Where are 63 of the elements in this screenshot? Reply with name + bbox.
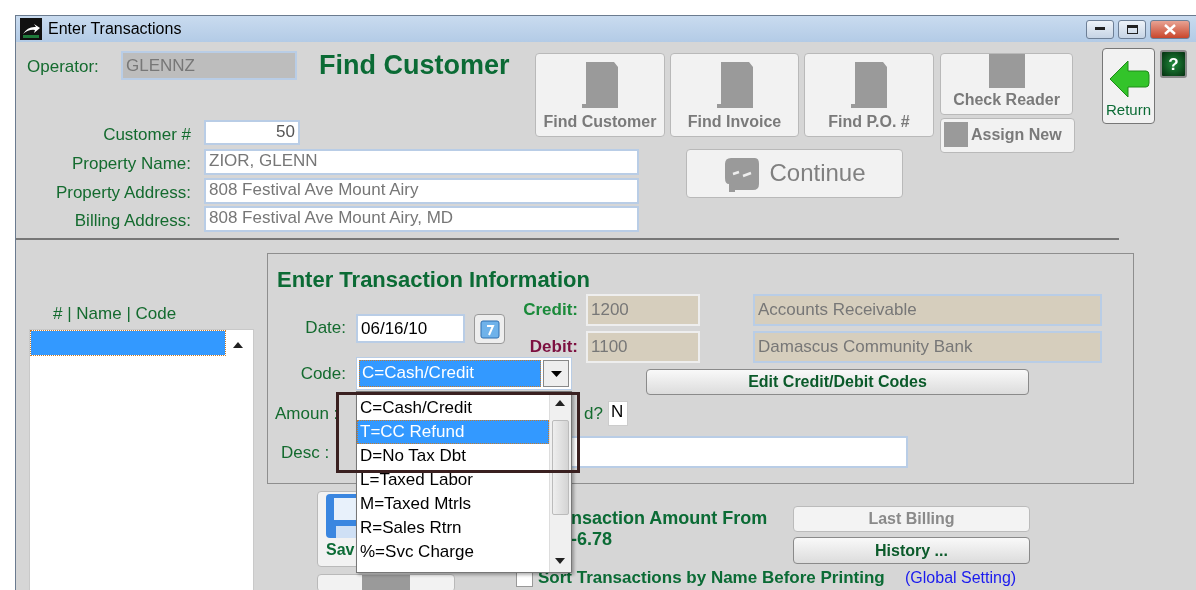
toolbar-button[interactable]: Find Invoice	[670, 53, 799, 137]
field-label: Customer #	[103, 124, 191, 146]
edit-codes-button[interactable]: Edit Credit/Debit Codes	[646, 369, 1029, 395]
input-field[interactable]: 50	[204, 120, 300, 145]
minimize-button[interactable]	[1086, 19, 1114, 39]
input-field: 1100	[586, 331, 700, 363]
field-label: Property Name:	[71, 153, 191, 175]
refund-field[interactable]: N	[608, 401, 628, 426]
dropdown-option[interactable]: C=Cash/Credit	[357, 396, 549, 420]
input-field[interactable]: 808 Festival Ave Mount Airy, MD	[204, 206, 639, 232]
app-icon	[20, 18, 42, 40]
dropdown-option[interactable]: L=Taxed Labor	[357, 468, 549, 492]
section-title: Enter Transaction Information	[277, 266, 590, 294]
close-icon	[1164, 23, 1176, 35]
field-label: Desc :	[281, 442, 330, 464]
history-button[interactable]: History ...	[793, 537, 1030, 564]
left-arrow-icon	[1107, 58, 1150, 99]
close-button[interactable]	[1150, 19, 1190, 39]
field-label: Operator:	[27, 56, 99, 78]
field-label: Billing Address:	[74, 210, 191, 232]
window-title: Enter Transactions	[48, 19, 182, 39]
caret-down-icon	[550, 370, 562, 377]
square-icon	[944, 122, 968, 147]
toolbar-button[interactable]: Assign New	[940, 118, 1075, 153]
toolbar-button[interactable]	[317, 574, 455, 590]
continue-button[interactable]: Continue	[686, 149, 903, 198]
input-field[interactable]: ZIOR, GLENN	[204, 149, 639, 175]
maximize-icon	[1126, 24, 1138, 34]
minimize-icon	[1095, 27, 1105, 31]
field-label: Debit:	[529, 336, 578, 358]
field-label: d?	[584, 403, 603, 425]
scroll-up-icon	[233, 342, 243, 348]
square-icon	[988, 54, 1025, 88]
info-label: nsaction Amount From	[571, 507, 768, 530]
scrollbar[interactable]	[549, 392, 571, 572]
amount-value: -6.78	[571, 528, 613, 551]
field-label: Property Address:	[55, 182, 191, 204]
calendar-icon	[479, 319, 500, 339]
note-text: (Global Setting)	[905, 568, 1017, 588]
toolbar-button[interactable]: Check Reader	[940, 53, 1073, 115]
document-icon	[580, 60, 620, 110]
input-field: 1200	[586, 294, 700, 326]
scroll-up-icon	[555, 400, 565, 406]
toolbar-button[interactable]: Find P.O. #	[804, 53, 934, 137]
document-icon	[714, 60, 755, 110]
input-field: Accounts Receivable	[753, 294, 1102, 326]
column-header: # | Name | Code	[53, 303, 177, 325]
input-field: Damascus Community Bank	[753, 331, 1102, 363]
help-button[interactable]: ?	[1160, 50, 1187, 78]
calendar-button[interactable]	[474, 314, 505, 344]
field-label: Code:	[300, 363, 346, 385]
document-icon	[849, 60, 889, 110]
maximize-button[interactable]	[1118, 19, 1146, 39]
date-field[interactable]: 06/16/10	[356, 314, 465, 343]
scroll-down-icon	[555, 558, 565, 564]
field-label: Date:	[305, 317, 346, 339]
page-heading: Find Customer	[319, 49, 510, 82]
input-field[interactable]: 808 Festival Ave Mount Airy	[204, 178, 639, 204]
operator-field: GLENNZ	[121, 51, 297, 80]
toolbar-button[interactable]: Find Customer	[535, 53, 665, 137]
return-button[interactable]: Return	[1102, 48, 1155, 124]
dropdown-option[interactable]: D=No Tax Dbt	[357, 444, 549, 468]
field-label: Credit:	[523, 299, 578, 321]
